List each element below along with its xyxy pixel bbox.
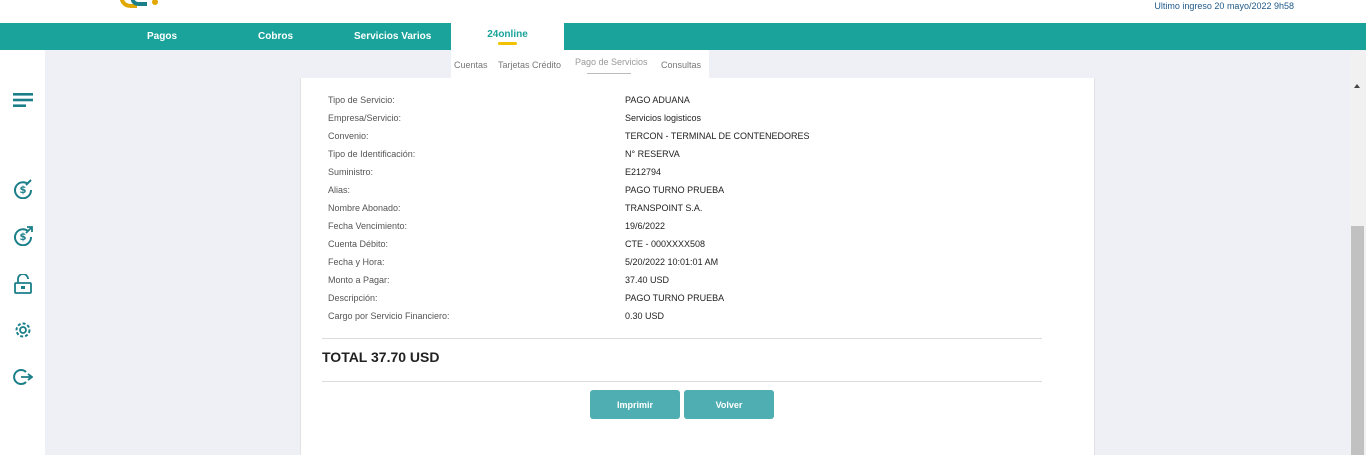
menu-icon[interactable]: [13, 90, 33, 110]
detail-value: PAGO TURNO PRUEBA: [625, 185, 725, 195]
detail-value: 19/6/2022: [625, 221, 666, 231]
detail-label: Tipo de Identificación:: [328, 149, 416, 159]
detail-row: Tipo de Servicio: PAGO ADUANA: [328, 95, 1028, 113]
nav-24online[interactable]: 24online: [451, 23, 564, 50]
detail-value: 37.40 USD: [625, 275, 670, 285]
detail-row: Alias: PAGO TURNO PRUEBA: [328, 185, 1028, 203]
nav-pagos[interactable]: Pagos: [147, 23, 177, 50]
pay-dollar-icon[interactable]: $: [13, 179, 33, 199]
detail-label: Monto a Pagar:: [328, 275, 390, 285]
transfer-dollar-icon[interactable]: $: [13, 226, 33, 246]
main-nav: Pagos Cobros Servicios Varios 24online: [0, 23, 1366, 50]
divider: [322, 381, 1042, 382]
detail-row: Convenio: TERCON - TERMINAL DE CONTENEDO…: [328, 131, 1028, 149]
settings-gear-icon[interactable]: [13, 320, 33, 340]
detail-row: Tipo de Identificación: N° RESERVA: [328, 149, 1028, 167]
scrollbar-thumb[interactable]: [1351, 226, 1364, 455]
detail-row: Suministro: E212794: [328, 167, 1028, 185]
bank-logo[interactable]: [117, 0, 163, 14]
detail-row: Fecha y Hora: 5/20/2022 10:01:01 AM: [328, 257, 1028, 275]
detail-value: E212794: [625, 167, 662, 177]
detail-label: Fecha y Hora:: [328, 257, 385, 267]
detail-label: Empresa/Servicio:: [328, 113, 402, 123]
subnav-pago-de-servicios[interactable]: Pago de Servicios: [575, 57, 648, 67]
subnav-consultas[interactable]: Consultas: [661, 60, 701, 70]
detail-value: CTE - 000XXXX508: [625, 239, 706, 249]
subnav-cuentas[interactable]: Cuentas: [454, 60, 488, 70]
print-button[interactable]: Imprimir: [590, 390, 680, 419]
scroll-up-arrow-icon[interactable]: [1354, 84, 1360, 88]
detail-row: Cuenta Débito: CTE - 000XXXX508: [328, 239, 1028, 257]
detail-label: Cuenta Débito:: [328, 239, 389, 249]
detail-label: Cargo por Servicio Financiero:: [328, 311, 450, 321]
sidebar: $ $: [0, 50, 45, 455]
detail-value: Servicios logisticos: [625, 113, 702, 123]
detail-row: Nombre Abonado: TRANSPOINT S.A.: [328, 203, 1028, 221]
divider: [322, 338, 1042, 339]
subnav-active-indicator: [587, 73, 631, 74]
vertical-scrollbar[interactable]: [1350, 50, 1366, 455]
detail-row: Fecha Vencimiento: 19/6/2022: [328, 221, 1028, 239]
detail-value: TRANSPOINT S.A.: [625, 203, 703, 213]
detail-row: Monto a Pagar: 37.40 USD: [328, 275, 1028, 293]
detail-value: TERCON - TERMINAL DE CONTENEDORES: [625, 131, 810, 141]
total-amount: TOTAL 37.70 USD: [322, 349, 440, 365]
svg-text:$: $: [20, 185, 27, 196]
subnav-tarjetas-credito[interactable]: Tarjetas Crédito: [498, 60, 561, 70]
detail-row: Descripción: PAGO TURNO PRUEBA: [328, 293, 1028, 311]
detail-value: 0.30 USD: [625, 311, 665, 321]
sub-nav: Cuentas Tarjetas Crédito Pago de Servici…: [451, 50, 709, 78]
payment-summary-card: Tipo de Servicio: PAGO ADUANA Empresa/Se…: [300, 78, 1095, 455]
detail-value: 5/20/2022 10:01:01 AM: [625, 257, 719, 267]
active-nav-indicator: [498, 42, 517, 45]
back-button[interactable]: Volver: [684, 390, 774, 419]
detail-label: Tipo de Servicio:: [328, 95, 395, 105]
detail-label: Nombre Abonado:: [328, 203, 401, 213]
nav-cobros[interactable]: Cobros: [258, 23, 293, 50]
top-header: Ultimo ingreso 20 mayo/2022 9h58: [0, 0, 1366, 23]
detail-row: Empresa/Servicio: Servicios logisticos: [328, 113, 1028, 131]
detail-value: PAGO TURNO PRUEBA: [625, 293, 725, 303]
last-login-text: Ultimo ingreso 20 mayo/2022 9h58: [1154, 1, 1294, 11]
detail-value: N° RESERVA: [625, 149, 680, 159]
detail-label: Descripción:: [328, 293, 378, 303]
logout-icon[interactable]: [13, 367, 33, 387]
unlock-icon[interactable]: [13, 274, 33, 294]
nav-servicios-varios[interactable]: Servicios Varios: [354, 23, 431, 50]
detail-value: PAGO ADUANA: [625, 95, 690, 105]
detail-label: Suministro:: [328, 167, 374, 177]
detail-label: Convenio:: [328, 131, 369, 141]
svg-text:$: $: [20, 232, 27, 243]
detail-label: Fecha Vencimiento:: [328, 221, 408, 231]
detail-row: Cargo por Servicio Financiero: 0.30 USD: [328, 311, 1028, 329]
detail-label: Alias:: [328, 185, 351, 195]
